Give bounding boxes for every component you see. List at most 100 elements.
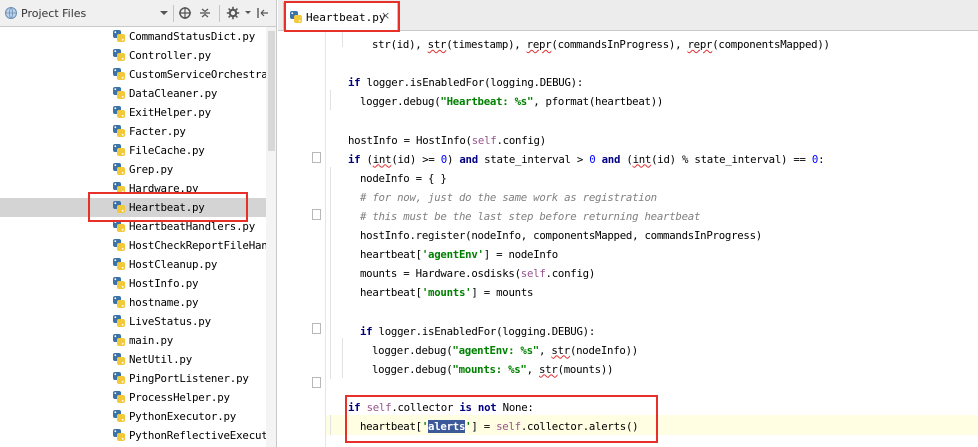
code-token: .config): [545, 267, 596, 281]
chevron-down-icon[interactable]: [241, 6, 255, 20]
file-name: Controller.py: [129, 49, 211, 62]
project-panel-scrollbar[interactable]: [266, 27, 276, 447]
collapse-all-icon[interactable]: [198, 6, 212, 20]
code-token: repr: [526, 38, 552, 51]
code-token: if: [348, 76, 361, 90]
file-tree-item[interactable]: NetUtil.py: [0, 350, 266, 369]
code-token: "agentEnv: %s": [452, 343, 539, 357]
code-line: logger.debug("Heartbeat: %s", pformat(he…: [360, 92, 663, 111]
fold-marker-icon[interactable]: [312, 209, 321, 220]
chevron-down-icon[interactable]: [157, 6, 171, 20]
code-token: ): [446, 152, 460, 166]
code-token: heartbeat[: [360, 286, 422, 300]
file-tree-item[interactable]: CommandStatusDict.py: [0, 27, 266, 46]
fold-marker-icon[interactable]: [312, 377, 321, 388]
code-token: heartbeat[: [360, 420, 422, 433]
file-tree-item[interactable]: ExitHelper.py: [0, 103, 266, 122]
file-name: Grep.py: [129, 163, 174, 176]
file-tree-item[interactable]: ProcessHelper.py: [0, 388, 266, 407]
code-token: , pformat(heartbeat)): [533, 95, 664, 109]
file-tree-item[interactable]: Facter.py: [0, 122, 266, 141]
file-tree-item[interactable]: PythonExecutor.py: [0, 407, 266, 426]
file-tree-item[interactable]: PingPortListener.py: [0, 369, 266, 388]
python-file-icon: [113, 30, 125, 42]
code-token: None:: [496, 400, 534, 414]
file-tree-item[interactable]: CustomServiceOrchestrator: [0, 65, 276, 84]
code-token: (: [360, 152, 373, 166]
fold-marker-icon[interactable]: [312, 152, 321, 163]
file-tree-item[interactable]: HostCleanup.py: [0, 255, 266, 274]
file-tree-item[interactable]: Controller.py: [0, 46, 266, 65]
python-file-icon: [113, 87, 125, 99]
file-name: HeartbeatHandlers.py: [129, 220, 256, 233]
close-icon[interactable]: ×: [381, 9, 390, 23]
file-tree-item[interactable]: PythonReflectiveExecutor.: [0, 426, 276, 445]
python-file-icon: [113, 334, 125, 346]
code-token: logger.debug(: [360, 95, 441, 109]
code-line: str(id), str(timestamp), repr(commandsIn…: [372, 35, 830, 54]
indent-guide: [330, 90, 331, 110]
code-line: hostInfo = HostInfo(self.config): [348, 131, 546, 150]
code-token: and: [601, 152, 621, 166]
code-token: (id),: [390, 38, 428, 51]
toolbar-divider: [219, 5, 220, 22]
code-token: self: [366, 400, 392, 414]
file-tree-item[interactable]: Heartbeat.py: [0, 198, 266, 217]
file-tree-item[interactable]: HostCheckReportFileHandle: [0, 236, 276, 255]
python-file-icon: [113, 258, 125, 270]
file-tree-item[interactable]: Grep.py: [0, 160, 266, 179]
code-line: # this must be the last step before retu…: [360, 207, 700, 226]
code-token: .collector: [391, 400, 460, 414]
code-token: (componentsMapped)): [712, 38, 830, 51]
gear-icon[interactable]: [226, 6, 240, 20]
file-name: Facter.py: [129, 125, 186, 138]
python-file-icon: [113, 144, 125, 156]
hide-panel-icon[interactable]: [256, 6, 270, 20]
python-file-icon: [113, 106, 125, 118]
code-token: logger.debug(: [372, 362, 453, 376]
scrollbar-thumb[interactable]: [268, 31, 275, 151]
code-area[interactable]: str(id), str(timestamp), repr(commandsIn…: [326, 31, 978, 447]
python-file-icon: [113, 239, 125, 251]
file-name: Hardware.py: [129, 182, 199, 195]
code-token: hostInfo.register(nodeInfo, componentsMa…: [360, 229, 762, 242]
code-token: "Heartbeat: %s": [440, 95, 534, 109]
file-tree-item[interactable]: FileCache.py: [0, 141, 266, 160]
code-token: # this must be the last step before retu…: [360, 209, 701, 223]
project-panel-title[interactable]: Project Files: [21, 7, 86, 20]
code-token: str: [372, 38, 391, 51]
file-tree-item[interactable]: HostInfo.py: [0, 274, 266, 293]
code-token: str: [427, 38, 447, 51]
python-file-icon: [113, 353, 125, 365]
file-tree-item[interactable]: hostname.py: [0, 293, 266, 312]
python-file-icon: [113, 429, 125, 441]
code-token: int: [632, 152, 652, 166]
file-tree-item[interactable]: Hardware.py: [0, 179, 266, 198]
code-token: (: [620, 152, 633, 166]
file-name: NetUtil.py: [129, 353, 193, 366]
python-file-icon: [113, 296, 125, 308]
code-token: self: [496, 420, 521, 433]
fold-marker-icon[interactable]: [312, 323, 321, 334]
python-file-icon: [113, 391, 125, 403]
code-token: ,: [539, 343, 552, 357]
code-token: str: [551, 343, 570, 357]
code-token: 'agentEnv': [421, 248, 484, 262]
code-token: self: [471, 133, 497, 147]
code-line: nodeInfo = { }: [360, 169, 447, 188]
code-token: (nodeInfo)): [569, 343, 638, 357]
file-tree-item[interactable]: HeartbeatHandlers.py: [0, 217, 266, 236]
file-tree-item[interactable]: LiveStatus.py: [0, 312, 266, 331]
python-file-icon: [113, 220, 125, 232]
file-name: LiveStatus.py: [129, 315, 211, 328]
code-line: logger.debug("agentEnv: %s", str(nodeInf…: [372, 341, 638, 360]
file-tree-item[interactable]: main.py: [0, 331, 266, 350]
code-token: str: [539, 362, 558, 376]
target-icon[interactable]: [178, 6, 192, 20]
code-token: if: [348, 400, 361, 414]
tab-heartbeat-py[interactable]: Heartbeat.py ×: [283, 2, 398, 31]
file-tree-item[interactable]: DataCleaner.py: [0, 84, 266, 103]
python-file-icon: [113, 49, 125, 61]
globe-icon[interactable]: [4, 6, 18, 20]
file-name: ExitHelper.py: [129, 106, 211, 119]
